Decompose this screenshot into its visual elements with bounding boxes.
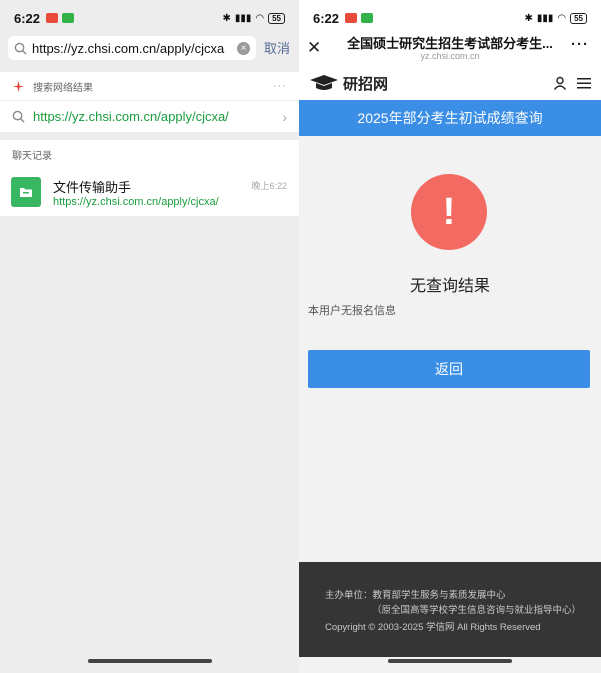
bluetooth-icon: ✱ <box>524 12 533 24</box>
wechat-search-screen: 6:22 ✱ ▮▮▮ ◠ 55 https://yz.chsi.com.cn/a… <box>0 0 299 673</box>
app-notification-icon <box>361 13 374 23</box>
file-transfer-avatar <box>11 177 41 207</box>
web-results-header: 搜索网络结果 ··· <box>0 72 299 100</box>
site-header: 研招网 <box>299 66 601 100</box>
chevron-right-icon: › <box>282 108 287 125</box>
status-time: 6:22 <box>313 10 340 26</box>
chat-time: 晚上6:22 <box>251 181 287 191</box>
site-logo-text[interactable]: 研招网 <box>343 73 388 94</box>
wifi-icon: ◠ <box>255 12 265 24</box>
cancel-button[interactable]: 取消 <box>264 38 290 57</box>
bluetooth-icon: ✱ <box>222 12 231 24</box>
chat-link[interactable]: https://yz.chsi.com.cn/apply/cjcxa/ <box>53 196 219 208</box>
chat-records-header: 聊天记录 <box>12 150 52 162</box>
chat-records-section: 聊天记录 文件传输助手 https://yz.chsi.com.cn/apply… <box>0 140 299 216</box>
web-results-label: 搜索网络结果 <box>33 82 93 94</box>
footer-organizer-former: （原全国高等学校学生信息咨询与就业指导中心） <box>372 605 582 616</box>
battery-icon: 55 <box>268 12 285 24</box>
status-time: 6:22 <box>14 10 41 26</box>
web-result-row[interactable]: https://yz.chsi.com.cn/apply/cjcxa/ › <box>0 100 299 132</box>
web-result-url: https://yz.chsi.com.cn/apply/cjcxa/ <box>33 109 229 124</box>
folder-icon <box>20 188 32 197</box>
search-icon <box>14 42 27 55</box>
back-button[interactable]: 返回 <box>308 350 590 388</box>
menu-icon[interactable] <box>577 77 591 89</box>
browser-topbar: ✕ 全国硕士研究生招生考试部分考生... yz.chsi.com.cn ··· <box>299 30 601 66</box>
graduation-cap-icon <box>310 75 338 90</box>
no-result-reason: 本用户无报名信息 <box>308 305 396 317</box>
page-title: 全国硕士研究生招生考试部分考生... <box>347 36 553 51</box>
chat-record-item[interactable]: 文件传输助手 https://yz.chsi.com.cn/apply/cjcx… <box>0 168 299 216</box>
no-result-title: 无查询结果 <box>409 278 490 295</box>
app-notification-icon <box>345 13 358 23</box>
status-bar: 6:22 ✱ ▮▮▮ ◠ 55 <box>0 0 299 36</box>
signal-icon: ▮▮▮ <box>234 12 252 24</box>
more-icon[interactable]: ··· <box>273 80 287 92</box>
home-indicator[interactable] <box>388 659 512 663</box>
footer-organizer: 主办单位：教育部学生服务与素质发展中心 <box>325 590 506 601</box>
browser-screen: 6:22 ✱ ▮▮▮ ◠ 55 ✕ 全国硕士研究生招生考试部分考生... yz.… <box>299 0 601 673</box>
page-domain: yz.chsi.com.cn <box>420 51 480 61</box>
search-value: https://yz.chsi.com.cn/apply/cjcxa <box>32 40 225 56</box>
site-footer: 主办单位：教育部学生服务与素质发展中心 （原全国高等学校学生信息咨询与就业指导中… <box>299 562 601 657</box>
app-notification-icon <box>46 13 59 23</box>
query-banner: 2025年部分考生初试成绩查询 <box>299 100 601 136</box>
chat-name: 文件传输助手 <box>53 180 132 195</box>
clear-icon[interactable]: × <box>237 41 250 55</box>
battery-icon: 55 <box>570 12 587 24</box>
search-input[interactable]: https://yz.chsi.com.cn/apply/cjcxa × <box>8 36 256 60</box>
app-notification-icon <box>62 13 75 23</box>
web-search-icon <box>12 80 25 92</box>
signal-icon: ▮▮▮ <box>536 12 554 24</box>
home-indicator[interactable] <box>87 659 212 663</box>
footer-copyright: Copyright © 2003-2025 学信网 All Rights Res… <box>325 622 541 633</box>
alert-icon: ! <box>411 174 487 250</box>
web-results-section: 搜索网络结果 ··· https://yz.chsi.com.cn/apply/… <box>0 72 299 132</box>
search-icon <box>12 110 25 123</box>
user-icon[interactable] <box>553 76 567 90</box>
more-menu-icon[interactable]: ··· <box>571 36 589 53</box>
wifi-icon: ◠ <box>557 12 567 24</box>
